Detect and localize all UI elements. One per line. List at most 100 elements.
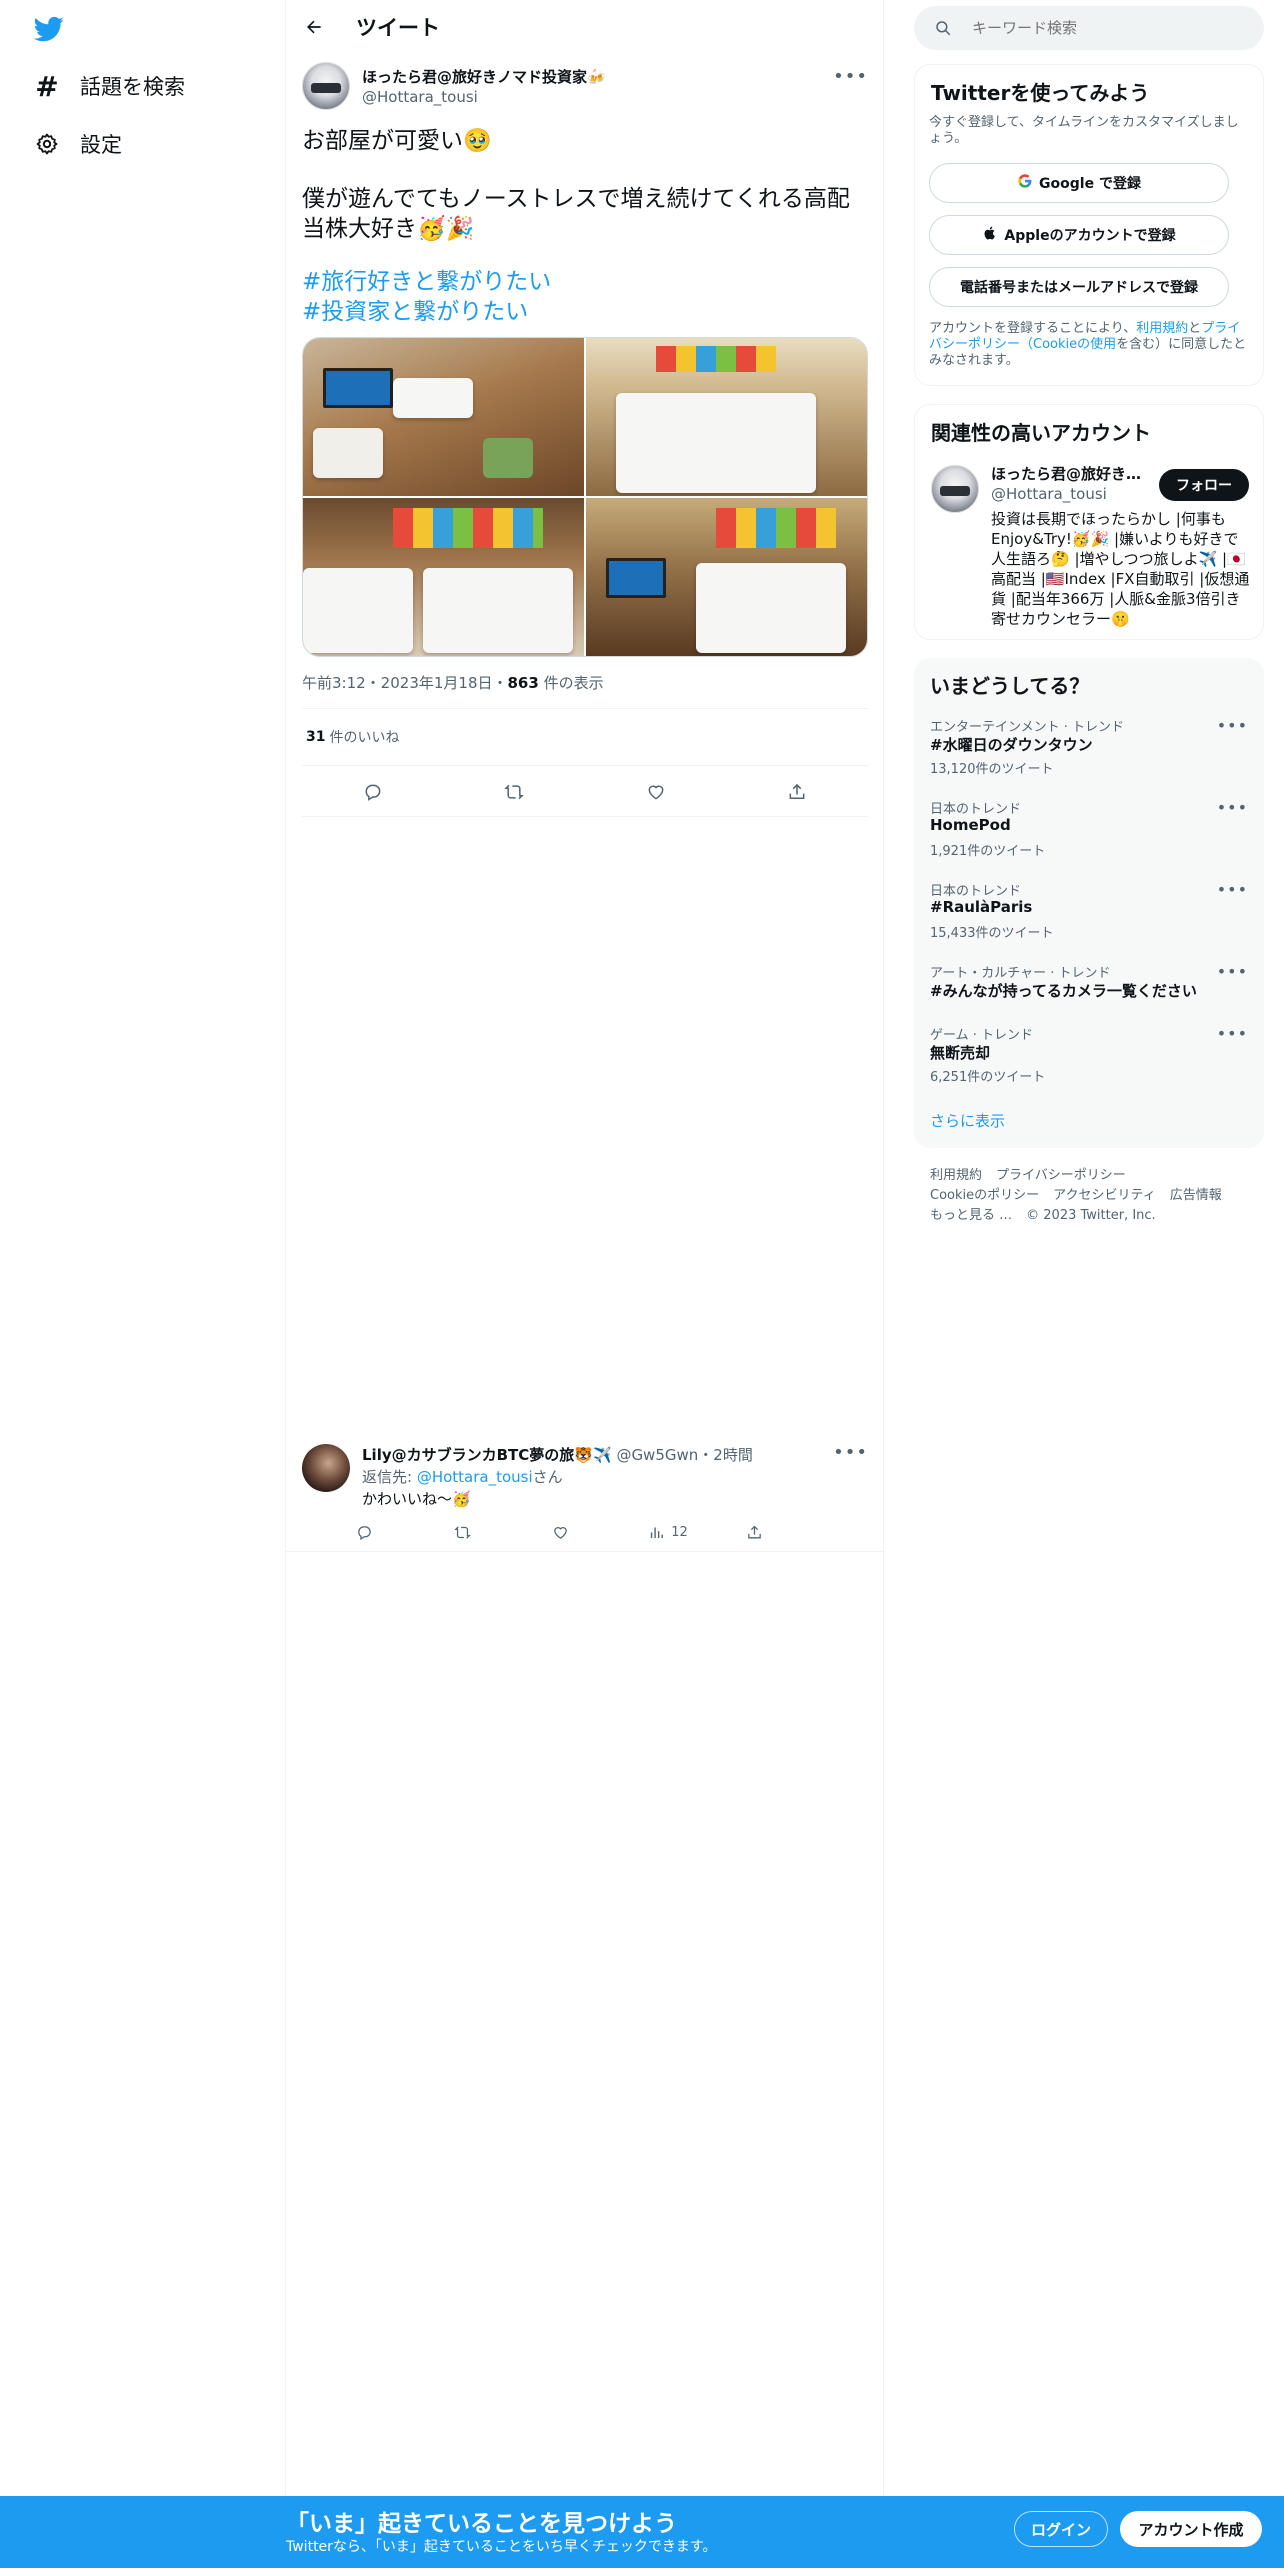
trend-item[interactable]: エンターテインメント · トレンド #水曜日のダウンタウン 13,120件のツイ… [914,716,1264,796]
avatar[interactable] [302,62,350,110]
trend-count: 13,120件のツイート [930,762,1054,777]
tweet-photo[interactable] [303,498,584,656]
main-header: ツイート [286,0,884,54]
show-more-link[interactable]: さらに表示 [930,1110,1005,1131]
hashtag-link[interactable]: #投資家と繋がりたい [302,297,551,327]
footer-link[interactable]: Cookieのポリシー [930,1188,1039,1203]
search-input[interactable] [972,19,1252,37]
views-button[interactable]: 12 [636,1514,700,1550]
trends-card: いまどうしてる？ エンターテインメント · トレンド #水曜日のダウンタウン 1… [914,658,1264,1148]
retweet-icon[interactable] [496,774,532,810]
tweet-text-line: お部屋が可愛い🥹 [302,128,492,154]
footer-link[interactable]: 利用規約 [930,1168,982,1183]
hashtag-link[interactable]: #旅行好きと繋がりたい [302,267,551,297]
page: # 話題を検索 設定 ツイート ほったら君@旅好きノマド投資家🍻 @Hottar… [0,0,1284,2568]
more-options-icon[interactable]: ••• [1217,1024,1248,1043]
like-icon[interactable] [542,1514,578,1550]
trend-count: 1,921件のツイート [930,844,1046,859]
share-icon[interactable] [779,774,815,810]
twitter-logo-icon[interactable] [32,14,66,44]
tweet-author-name[interactable]: ほったら君@旅好きノマド投資家🍻 [362,66,606,87]
trend-category: エンターテインメント · トレンド [930,720,1125,735]
footer-links: 利用規約 プライバシーポリシー Cookieのポリシー アクセシビリティ 広告情報 も… [930,1166,1260,1226]
tweet-text-line: 僕が遊んでてもノーストレスで増え続けてくれる高配当株大好き🥳🎉 [302,186,850,242]
nav-item-explore[interactable]: # 話題を検索 [30,62,185,110]
nav-item-settings-label: 設定 [80,133,122,157]
photo-detail [423,568,573,653]
trends-title: いまどうしてる？ [930,674,1090,698]
reply-author-name[interactable]: Lily@カサブランカBTC夢の旅🐯✈️ [362,1446,612,1464]
more-options-icon[interactable]: ••• [1217,880,1248,899]
reply-icon[interactable] [346,1514,382,1550]
follow-button[interactable]: フォロー [1159,469,1249,501]
more-options-icon[interactable]: ••• [1217,798,1248,817]
login-button[interactable]: ログイン [1014,2511,1108,2547]
reply-icon[interactable] [355,774,391,810]
google-signup-label: Google で登録 [1039,176,1141,192]
apple-signup-button[interactable]: Appleのアカウントで登録 [929,215,1229,255]
relevant-title: 関連性の高いアカウント [931,421,1151,445]
retweet-icon[interactable] [444,1514,480,1550]
reply-author-handle[interactable]: @Gw5Gwn・2時間 [616,1446,752,1464]
back-arrow-icon[interactable] [296,9,332,45]
views-chart-icon [651,1527,664,1538]
reply-to-prefix: 返信先: [362,1468,417,1486]
signup-title: Twitterを使ってみよう [931,81,1150,105]
footer-link[interactable]: 広告情報 [1170,1188,1222,1203]
trend-item[interactable]: 日本のトレンド #RaulàParis 15,433件のツイート ••• [914,880,1264,960]
search-box[interactable] [914,6,1264,50]
reply-to-link[interactable]: @Hottara_tousi [417,1468,533,1486]
reply-tweet[interactable]: Lily@カサブランカBTC夢の旅🐯✈️ @Gw5Gwn・2時間 ••• 返信先… [286,1432,884,1552]
trend-item[interactable]: アート・カルチャー · トレンド #みんなが持ってるカメラ一覧ください ••• [914,962,1264,1022]
likes-row[interactable]: 31 件のいいね [302,708,868,766]
terms-link[interactable]: 利用規約 [1136,321,1188,336]
photo-detail [393,508,543,548]
like-icon[interactable] [638,774,674,810]
like-label: 件のいいね [329,730,400,746]
trend-name: #みんなが持ってるカメラ一覧ください [930,982,1197,1000]
more-options-icon[interactable]: ••• [1217,962,1248,981]
google-signup-button[interactable]: Google で登録 [929,163,1229,203]
more-options-icon[interactable]: ••• [833,1442,868,1463]
tweet-photo[interactable] [303,338,584,496]
more-options-icon[interactable]: ••• [833,66,868,87]
tweet-photo[interactable] [586,338,867,496]
reply-text: かわいいね〜🥳 [362,1490,471,1508]
relevant-account-handle[interactable]: @Hottara_tousi [991,485,1107,503]
phone-email-signup-button[interactable]: 電話番号またはメールアドレスで登録 [929,267,1229,307]
photo-detail [716,508,836,548]
tweet-photo[interactable] [586,498,867,656]
bottom-signup-bar: 「いま」起きていることを見つけよう Twitterなら、「いま」起きていることを… [0,2496,1284,2568]
terms-text: アカウントを登録することにより、 [929,321,1137,336]
more-options-icon[interactable]: ••• [1217,716,1248,735]
footer-link[interactable]: もっと見る … [930,1208,1012,1223]
photo-detail [606,558,666,598]
trend-item[interactable]: 日本のトレンド HomePod 1,921件のツイート ••• [914,798,1264,878]
photo-detail [303,568,413,653]
trend-category: 日本のトレンド [930,884,1022,899]
bottom-bar-subtitle: Twitterなら、「いま」起きていることをいち早くチェックできます。 [286,2539,717,2555]
like-count: 31 [306,729,326,745]
photo-detail [313,428,383,478]
avatar[interactable] [302,1444,350,1492]
page-title: ツイート [356,16,440,40]
relevant-account-name[interactable]: ほったら君@旅好き… [991,463,1151,484]
share-icon[interactable] [736,1514,772,1550]
tweet-hashtags: #旅行好きと繋がりたい #投資家と繋がりたい [302,267,551,327]
photo-detail [656,346,776,372]
phone-email-signup-label: 電話番号またはメールアドレスで登録 [960,280,1198,296]
trend-item[interactable]: ゲーム · トレンド 無断売却 6,251件のツイート ••• [914,1024,1264,1104]
nav-item-settings[interactable]: 設定 [30,120,122,168]
signup-card: Twitterを使ってみよう 今すぐ登録して、タイムラインをカスタマイズしましょ… [914,64,1264,386]
footer-link[interactable]: プライバシーポリシー [996,1168,1126,1183]
tweet-author-handle[interactable]: @Hottara_tousi [362,88,478,106]
create-account-button[interactable]: アカウント作成 [1120,2511,1262,2547]
trend-category: 日本のトレンド [930,802,1022,817]
tweet-time[interactable]: 午前3:12・2023年1月18日・ [302,674,508,692]
trend-name: HomePod [930,816,1011,834]
reply-to-suffix: さん [532,1468,563,1486]
avatar[interactable] [931,465,979,513]
footer-link[interactable]: アクセシビリティ [1053,1188,1156,1203]
reply-to-line: 返信先: @Hottara_tousiさん [362,1466,563,1487]
tweet-timestamp: 午前3:12・2023年1月18日・863 件の表示 [302,672,604,693]
